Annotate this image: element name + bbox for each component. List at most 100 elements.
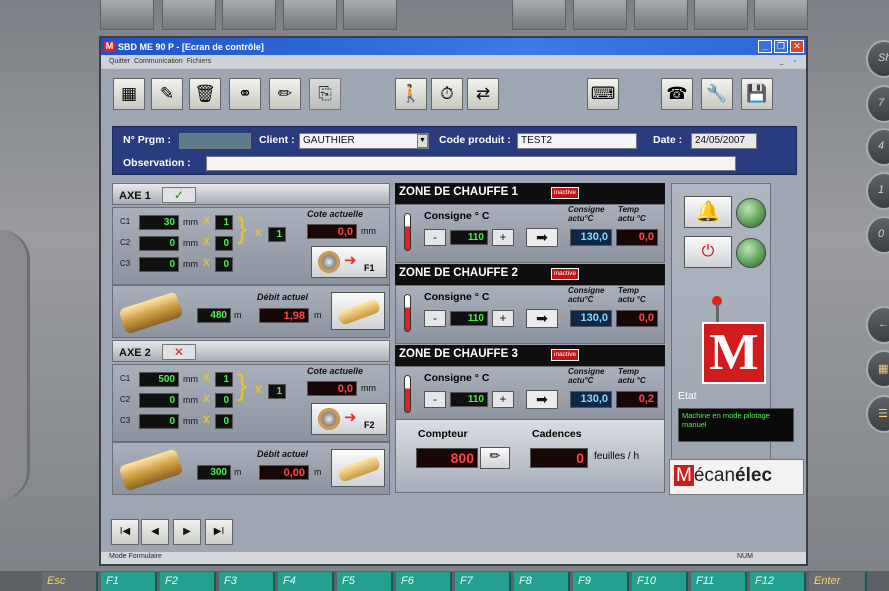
previous-record-button[interactable]: ◀ [141,519,169,545]
keyboard-icon[interactable]: ⌨ [587,78,619,110]
axe1-roll-button[interactable] [331,292,385,330]
minimize-button[interactable]: _ [758,40,772,53]
checkmark-icon[interactable]: ✓ [161,187,196,203]
zone2-setpoint[interactable]: 110 [450,311,488,326]
close-button[interactable]: ✕ [790,40,804,53]
copy-icon[interactable]: ⎘ [309,78,341,110]
hardware-key[interactable] [754,0,808,30]
zone1-plus-button[interactable]: + [492,229,514,246]
emergency-stop-icon[interactable]: ⏻ [684,236,732,268]
key-f7[interactable]: F7 [455,572,511,591]
hardware-key[interactable] [573,0,627,30]
zone2-badge: inactive [551,268,580,280]
zone1-header: ZONE DE CHAUFFE 1 inactive [395,183,665,204]
telephone-icon[interactable]: ☎ [661,78,693,110]
key-enter[interactable]: Enter [809,572,867,591]
axe1-f1-button[interactable]: ➜ F1 [311,246,387,278]
hardware-key[interactable] [512,0,566,30]
restore-button[interactable]: ❐ [774,40,788,53]
key-esc[interactable]: Esc [42,572,98,591]
axe2-c3-mult[interactable]: 0 [215,414,233,429]
axe1-total-mult[interactable]: 1 [268,227,286,242]
binoculars-icon[interactable]: ⚭ [229,78,261,110]
code-produit-input[interactable]: TEST2 [517,133,637,149]
save-disk-icon[interactable]: 💾 [741,78,773,110]
zone2-plus-button[interactable]: + [492,310,514,327]
axe2-total-x: X [255,385,262,396]
cross-icon[interactable]: ✕ [161,344,196,360]
zone2-apply-arrow-icon[interactable]: ➡ [526,309,558,328]
axe2-c1-mult[interactable]: 1 [215,372,233,387]
axe2-total-mult[interactable]: 1 [268,384,286,399]
zone1-title: ZONE DE CHAUFFE 1 [399,186,518,198]
observation-input[interactable] [206,156,736,171]
axe1-c3-mult[interactable]: 0 [215,257,233,272]
menu-fichiers[interactable]: Fichiers [187,58,212,65]
hardware-key[interactable] [222,0,276,30]
zone3-apply-arrow-icon[interactable]: ➡ [526,390,558,409]
axe2-c2-unit: mm [183,395,198,405]
pencil-icon[interactable]: ✏ [269,78,301,110]
mdi-controls[interactable]: _ ▫ [780,58,806,65]
hardware-key[interactable] [283,0,337,30]
next-record-button[interactable]: ▶ [173,519,201,545]
chevron-down-icon[interactable]: ▼ [417,134,428,148]
zone1-minus-button[interactable]: - [424,229,446,246]
key-f12[interactable]: F12 [750,572,806,591]
zone3-plus-button[interactable]: + [492,391,514,408]
hardware-key[interactable] [100,0,154,30]
key-f10[interactable]: F10 [632,572,688,591]
menu-quitter[interactable]: Quitter [109,58,130,65]
axe2-c2-value[interactable]: 0 [139,393,179,408]
key-f2[interactable]: F2 [160,572,216,591]
calendar-icon[interactable]: ▦ [113,78,145,110]
zone1-setpoint[interactable]: 110 [450,230,488,245]
zone1-apply-arrow-icon[interactable]: ➡ [526,228,558,247]
axe1-settings-panel: C1 30 mm X 1 C2 0 mm X 0 C3 0 mm X 0 } X… [112,207,390,285]
zone3-minus-button[interactable]: - [424,391,446,408]
key-f4[interactable]: F4 [278,572,334,591]
wrench-icon[interactable]: 🔧 [701,78,733,110]
key-f11[interactable]: F11 [691,572,747,591]
hardware-key[interactable] [694,0,748,30]
axe1-c1-x: X [203,216,210,227]
key-f5[interactable]: F5 [337,572,393,591]
axe2-c1-value[interactable]: 500 [139,372,179,387]
key-f8[interactable]: F8 [514,572,570,591]
first-record-button[interactable]: I◀ [111,519,139,545]
person-walking-icon[interactable]: 🚶 [395,78,427,110]
axe1-c2-value[interactable]: 0 [139,236,179,251]
prgm-input[interactable] [179,133,251,149]
axe1-c1-label: C1 [120,217,131,226]
axe1-c1-value[interactable]: 30 [139,215,179,230]
trash-icon[interactable]: 🗑 [189,78,221,110]
axe1-length-panel: 480 m Débit actuel 1,98 m [112,285,390,338]
reset-counter-pencil-icon[interactable]: ✏ [480,447,510,469]
timer-thermometer-icon[interactable]: ⏱ [431,78,463,110]
axe1-c3-value[interactable]: 0 [139,257,179,272]
key-f3[interactable]: F3 [219,572,275,591]
axe2-title: AXE 2 [119,347,151,359]
client-select[interactable]: GAUTHIER [299,133,429,149]
zone3-setpoint[interactable]: 110 [450,392,488,407]
hardware-key[interactable] [343,0,397,30]
screwdriver-icon[interactable]: ✎ [151,78,183,110]
key-f6[interactable]: F6 [396,572,452,591]
zone2-minus-button[interactable]: - [424,310,446,327]
last-record-button[interactable]: ▶I [205,519,233,545]
hardware-key[interactable] [162,0,216,30]
axe1-c1-mult[interactable]: 1 [215,215,233,230]
network-transfer-icon[interactable]: ⇄ [467,78,499,110]
key-f9[interactable]: F9 [573,572,629,591]
axe1-cote-label: Cote actuelle [307,209,364,219]
menu-communication[interactable]: Communication [134,58,183,65]
axe2-c2-mult[interactable]: 0 [215,393,233,408]
menu-bar: Quitter Communication Fichiers _ ▫ [101,55,806,68]
axe1-c2-mult[interactable]: 0 [215,236,233,251]
bell-alarm-icon[interactable]: 🔔 [684,196,732,228]
axe2-c3-value[interactable]: 0 [139,414,179,429]
key-f1[interactable]: F1 [101,572,157,591]
hardware-key[interactable] [634,0,688,30]
axe2-f2-button[interactable]: ➜ F2 [311,403,387,435]
axe2-roll-button[interactable] [331,449,385,487]
